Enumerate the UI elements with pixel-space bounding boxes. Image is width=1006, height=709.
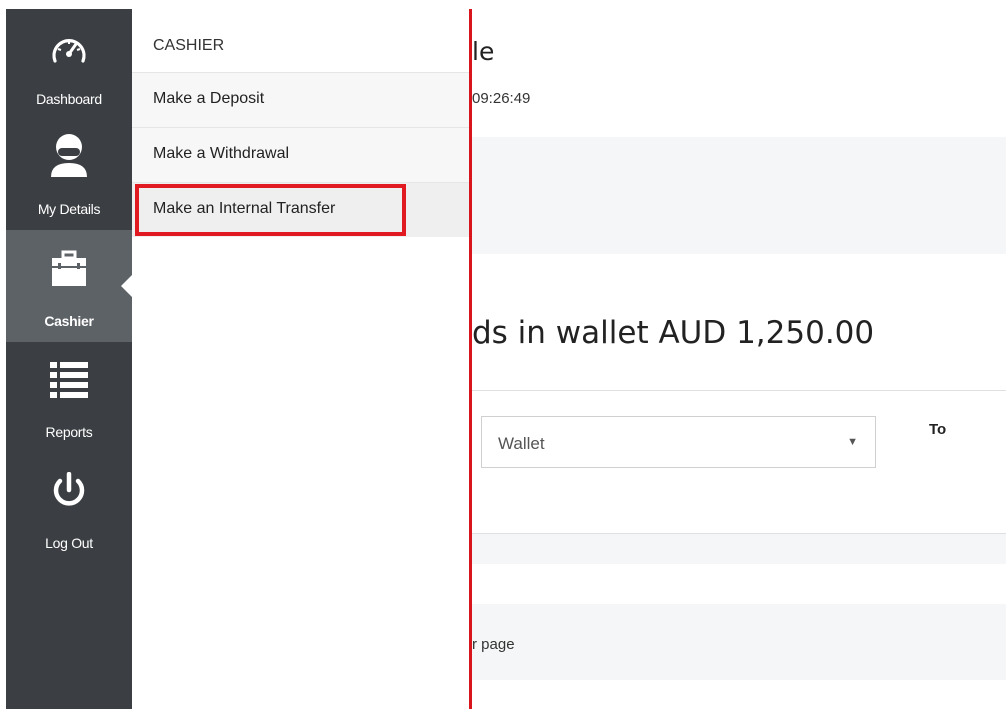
sidebar-item-label: Cashier [44,313,94,329]
app-root: le 09:26:49 ds in wallet AUD 1,250.00 Wa… [0,0,1006,709]
per-page-text: r page [472,636,515,653]
info-band [472,137,1006,254]
menu-item-label: Make an Internal Transfer [153,200,336,217]
sidebar-item-label: Log Out [45,535,93,551]
from-account-value: Wallet [498,434,545,453]
timestamp-text: 09:26:49 [472,90,531,107]
sidebar-item-label: Reports [45,424,93,440]
left-margin [0,0,6,709]
sidebar-item-cashier[interactable]: Cashier [6,230,133,342]
power-icon [6,468,132,514]
main-content: le 09:26:49 ds in wallet AUD 1,250.00 Wa… [472,9,1006,709]
menu-item-internal-transfer[interactable]: Make an Internal Transfer [132,183,469,237]
sidebar-item-label: Dashboard [36,91,102,107]
briefcase-icon [6,246,132,292]
sidebar-item-label: My Details [37,201,101,217]
flyout-edge-divider [469,9,472,709]
menu-item-make-withdrawal[interactable]: Make a Withdrawal [132,128,469,182]
section-divider [472,390,1006,391]
menu-item-label: Make a Withdrawal [153,145,290,162]
pagination-band [472,604,1006,680]
form-footer-band [472,534,1006,564]
to-label: To [929,421,947,438]
cashier-flyout-menu: CASHIER Make a Deposit Make a Withdrawal… [132,9,469,709]
sidebar-item-reports[interactable]: Reports [6,342,132,454]
flyout-title: CASHIER [153,37,225,54]
sidebar-item-log-out[interactable]: Log Out [6,454,132,566]
list-icon [6,356,132,402]
user-icon [6,133,132,179]
sidebar: Dashboard My Details Cashier Reports Log… [6,9,133,709]
sidebar-item-dashboard[interactable]: Dashboard [6,9,132,121]
menu-item-make-deposit[interactable]: Make a Deposit [132,73,469,127]
chevron-down-icon: ▼ [847,436,858,448]
sidebar-item-my-details[interactable]: My Details [6,121,132,233]
wallet-funds-heading: ds in wallet AUD 1,250.00 [472,315,875,351]
from-account-select[interactable]: Wallet ▼ [481,416,876,468]
menu-item-label: Make a Deposit [153,90,265,107]
page-title: le [472,37,495,66]
speedometer-icon [6,27,132,73]
